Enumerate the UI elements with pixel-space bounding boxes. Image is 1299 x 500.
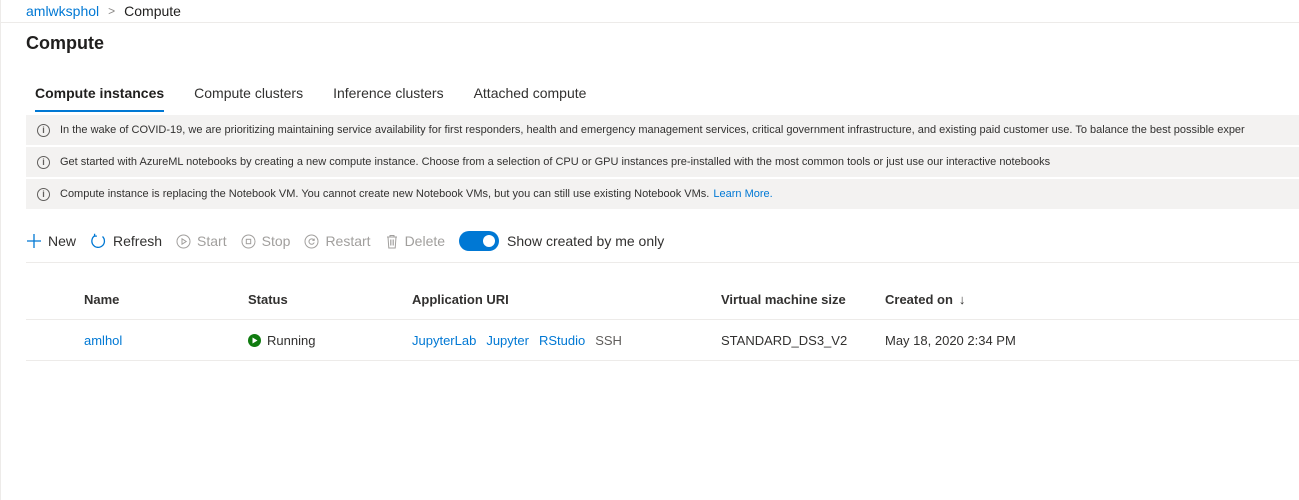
breadcrumb-workspace-link[interactable]: amlwksphol bbox=[26, 3, 99, 19]
refresh-label: Refresh bbox=[113, 233, 163, 249]
new-label: New bbox=[48, 233, 77, 249]
ssh-label[interactable]: SSH bbox=[595, 333, 622, 348]
column-header-application-uri[interactable]: Application URI bbox=[412, 292, 509, 307]
left-rail bbox=[0, 0, 1, 500]
breadcrumb: amlwksphol > Compute bbox=[26, 0, 181, 22]
column-header-created-on[interactable]: Created on ↓ bbox=[885, 292, 965, 307]
stop-circle-icon bbox=[241, 234, 256, 249]
restart-label: Restart bbox=[325, 233, 371, 249]
tab-compute-instances[interactable]: Compute instances bbox=[26, 76, 173, 114]
command-bar: New Refresh Start Stop Restart Delete Sh… bbox=[26, 226, 664, 256]
delete-label: Delete bbox=[404, 233, 446, 249]
created-on-cell: May 18, 2020 2:34 PM bbox=[885, 332, 1016, 348]
jupyterlab-link[interactable]: JupyterLab bbox=[412, 333, 476, 348]
trash-icon bbox=[385, 234, 399, 249]
info-icon: i bbox=[37, 123, 50, 137]
delete-button[interactable]: Delete bbox=[385, 233, 445, 249]
notice-covid: i In the wake of COVID-19, we are priori… bbox=[26, 115, 1299, 145]
table-row[interactable]: amlhol Running JupyterLab Jupyter RStudio S… bbox=[26, 320, 1299, 361]
column-header-name[interactable]: Name bbox=[84, 292, 119, 307]
compute-instances-table: Name Status Application URI Virtual mach… bbox=[26, 280, 1299, 361]
notice-text: In the wake of COVID-19, we are prioriti… bbox=[60, 124, 1245, 136]
instance-name-link[interactable]: amlhol bbox=[84, 333, 122, 348]
vm-size-cell: STANDARD_DS3_V2 bbox=[721, 332, 848, 348]
column-header-status[interactable]: Status bbox=[248, 292, 288, 307]
status-text: Running bbox=[267, 332, 316, 348]
rstudio-link[interactable]: RStudio bbox=[539, 333, 585, 348]
column-header-vm-size[interactable]: Virtual machine size bbox=[721, 292, 846, 307]
info-icon: i bbox=[37, 187, 50, 201]
tab-compute-clusters[interactable]: Compute clusters bbox=[185, 76, 312, 114]
breadcrumb-current: Compute bbox=[124, 3, 181, 19]
learn-more-link[interactable]: Learn More. bbox=[713, 188, 772, 200]
running-status-icon bbox=[248, 333, 261, 347]
show-mine-toggle-label: Show created by me only bbox=[507, 233, 665, 249]
breadcrumb-separator: > bbox=[108, 4, 116, 18]
toolbar-divider bbox=[26, 262, 1299, 263]
jupyter-link[interactable]: Jupyter bbox=[486, 333, 529, 348]
column-header-created-on-label: Created on bbox=[885, 292, 953, 307]
notice-text: Get started with AzureML notebooks by cr… bbox=[60, 156, 1051, 168]
restart-button[interactable]: Restart bbox=[304, 233, 371, 249]
toggle-knob bbox=[483, 235, 496, 247]
restart-icon bbox=[304, 234, 319, 249]
tab-attached-compute[interactable]: Attached compute bbox=[465, 76, 596, 114]
start-label: Start bbox=[197, 233, 227, 249]
notice-text: Compute instance is replacing the Notebo… bbox=[60, 188, 710, 200]
start-button[interactable]: Start bbox=[176, 233, 227, 249]
stop-label: Stop bbox=[261, 233, 291, 249]
new-button[interactable]: New bbox=[26, 233, 76, 249]
tab-inference-clusters[interactable]: Inference clusters bbox=[324, 76, 453, 114]
top-divider bbox=[0, 22, 1299, 23]
play-circle-icon bbox=[176, 234, 191, 249]
status-cell: Running bbox=[248, 333, 315, 348]
stop-button[interactable]: Stop bbox=[241, 233, 291, 249]
refresh-icon bbox=[90, 233, 107, 250]
page-title: Compute bbox=[26, 33, 104, 53]
refresh-button[interactable]: Refresh bbox=[90, 233, 162, 250]
application-uri-cell: JupyterLab Jupyter RStudio SSH bbox=[412, 333, 622, 348]
info-icon: i bbox=[37, 155, 50, 169]
show-mine-toggle[interactable] bbox=[459, 231, 500, 251]
plus-icon bbox=[26, 233, 42, 249]
tab-bar: Compute instances Compute clusters Infer… bbox=[26, 76, 607, 114]
sort-descending-icon: ↓ bbox=[958, 292, 966, 307]
notice-notebook-vm: i Compute instance is replacing the Note… bbox=[26, 179, 1299, 209]
table-header: Name Status Application URI Virtual mach… bbox=[26, 280, 1299, 320]
notice-get-started: i Get started with AzureML notebooks by … bbox=[26, 147, 1299, 177]
